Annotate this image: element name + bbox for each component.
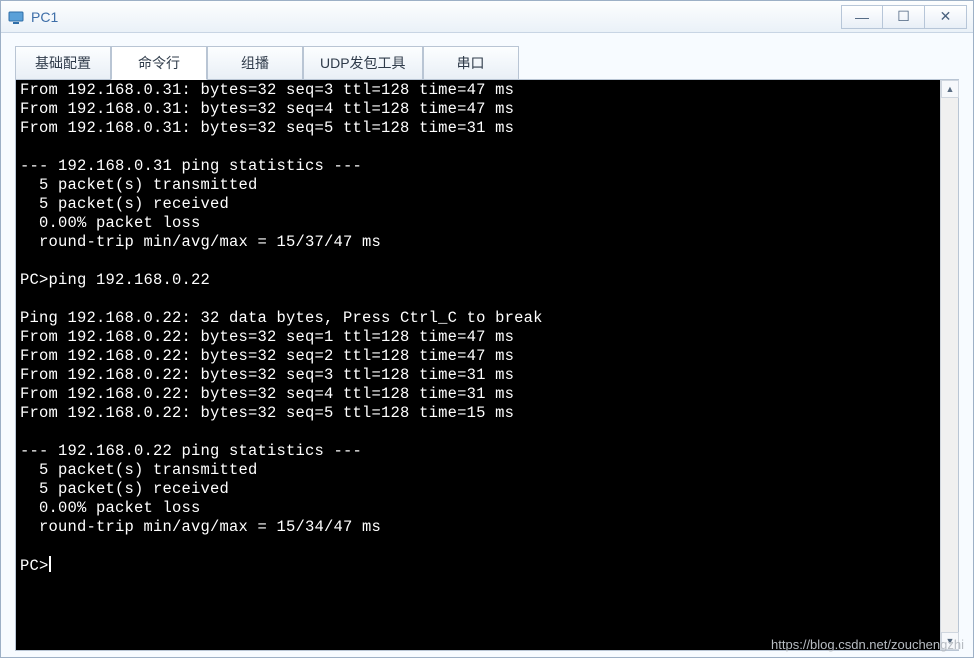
close-button[interactable]: ✕ bbox=[925, 5, 967, 29]
client-area: 基础配置 命令行 组播 UDP发包工具 串口 From 192.168.0.31… bbox=[1, 33, 973, 657]
chevron-down-icon: ▼ bbox=[946, 636, 955, 646]
close-icon: ✕ bbox=[940, 8, 952, 25]
window-title: PC1 bbox=[31, 9, 841, 25]
title-bar[interactable]: PC1 — ☐ ✕ bbox=[1, 1, 973, 33]
tab-udp[interactable]: UDP发包工具 bbox=[303, 46, 423, 80]
scroll-up-button[interactable]: ▲ bbox=[941, 80, 959, 98]
tab-serial[interactable]: 串口 bbox=[423, 46, 519, 80]
tab-label: 组播 bbox=[241, 55, 269, 71]
tab-multicast[interactable]: 组播 bbox=[207, 46, 303, 80]
tab-label: 命令行 bbox=[138, 55, 180, 71]
app-window: PC1 — ☐ ✕ 基础配置 命令行 组播 UDP发包工具 串口 From 19… bbox=[0, 0, 974, 658]
terminal-container: From 192.168.0.31: bytes=32 seq=3 ttl=12… bbox=[15, 79, 959, 651]
maximize-button[interactable]: ☐ bbox=[883, 5, 925, 29]
chevron-up-icon: ▲ bbox=[946, 84, 955, 94]
window-buttons: — ☐ ✕ bbox=[841, 5, 967, 29]
tab-basic[interactable]: 基础配置 bbox=[15, 46, 111, 80]
tab-label: UDP发包工具 bbox=[320, 55, 406, 71]
tab-label: 基础配置 bbox=[35, 55, 91, 71]
vertical-scrollbar[interactable]: ▲ ▼ bbox=[940, 80, 958, 650]
minimize-icon: — bbox=[855, 9, 869, 25]
terminal-output[interactable]: From 192.168.0.31: bytes=32 seq=3 ttl=12… bbox=[16, 80, 940, 650]
tab-bar: 基础配置 命令行 组播 UDP发包工具 串口 bbox=[15, 45, 959, 79]
minimize-button[interactable]: — bbox=[841, 5, 883, 29]
scroll-down-button[interactable]: ▼ bbox=[941, 632, 959, 650]
maximize-icon: ☐ bbox=[897, 8, 910, 25]
tab-cli[interactable]: 命令行 bbox=[111, 46, 207, 80]
terminal-cursor bbox=[49, 556, 51, 572]
app-icon bbox=[7, 8, 25, 26]
tab-label: 串口 bbox=[457, 55, 485, 71]
